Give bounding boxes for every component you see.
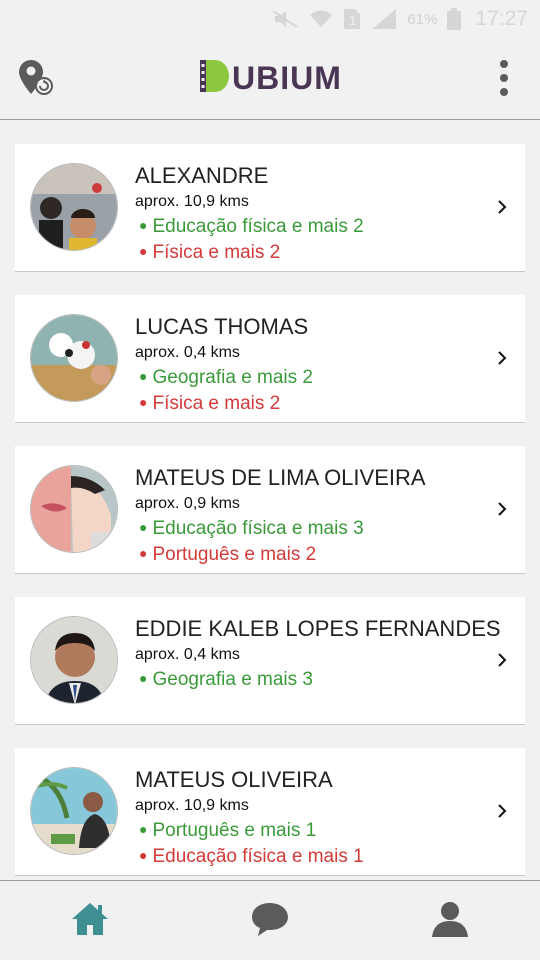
avatar bbox=[30, 163, 118, 251]
subject-text: Geografia e mais 3 bbox=[152, 669, 313, 690]
tutor-name: MATEUS OLIVEIRA bbox=[135, 767, 333, 792]
tutor-name: MATEUS DE LIMA OLIVEIRA bbox=[135, 465, 426, 490]
subject-line: ● Geografia e mais 3 bbox=[139, 669, 313, 690]
app-logo: UBIUM bbox=[200, 58, 342, 98]
avatar bbox=[30, 767, 118, 855]
subject-line: ● Português e mais 2 bbox=[139, 544, 317, 565]
subject-line: ● Educação física e mais 1 bbox=[139, 846, 364, 867]
subject-line: ● Física e mais 2 bbox=[139, 393, 281, 414]
tutor-distance: aprox. 10,9 kms bbox=[135, 797, 249, 814]
location-refresh-button[interactable] bbox=[16, 58, 56, 98]
chevron-right-icon bbox=[497, 804, 507, 818]
tutor-card[interactable]: LUCAS THOMAS aprox. 0,4 kms ● Geografia e… bbox=[15, 295, 525, 423]
subject-text: Português e mais 2 bbox=[152, 544, 317, 565]
subject-text: Português e mais 1 bbox=[152, 820, 317, 841]
signal-icon bbox=[371, 8, 397, 30]
more-options-button[interactable] bbox=[492, 58, 516, 98]
tutor-card[interactable]: EDDIE KALEB LOPES FERNANDES aprox. 0,4 k… bbox=[15, 597, 525, 725]
chevron-right-icon bbox=[497, 502, 507, 516]
avatar bbox=[30, 314, 118, 402]
mute-icon bbox=[271, 9, 299, 29]
svg-text:1: 1 bbox=[349, 14, 357, 28]
wifi-icon bbox=[309, 9, 333, 29]
chevron-right-icon bbox=[497, 653, 507, 667]
tutor-distance: aprox. 0,4 kms bbox=[135, 646, 240, 663]
avatar bbox=[30, 465, 118, 553]
subject-line: ● Geografia e mais 2 bbox=[139, 367, 313, 388]
subject-line: ● Português e mais 1 bbox=[139, 820, 317, 841]
nav-chat-button[interactable] bbox=[250, 899, 290, 939]
subject-text: Educação física e mais 3 bbox=[152, 518, 364, 539]
battery-icon bbox=[447, 8, 462, 30]
tutor-distance: aprox. 10,9 kms bbox=[135, 193, 249, 210]
tutor-name: ALEXANDRE bbox=[135, 163, 269, 188]
subject-text: Educação física e mais 2 bbox=[152, 216, 364, 237]
profile-icon bbox=[430, 902, 470, 943]
subject-text: Educação física e mais 1 bbox=[152, 846, 364, 867]
tutor-card[interactable]: MATEUS DE LIMA OLIVEIRA aprox. 0,9 kms ●… bbox=[15, 446, 525, 574]
tutor-name: LUCAS THOMAS bbox=[135, 314, 309, 339]
battery-percent: 61% bbox=[407, 10, 438, 28]
subject-line: ● Educação física e mais 2 bbox=[139, 216, 364, 237]
chevron-right-icon bbox=[497, 200, 507, 214]
tutor-card[interactable]: MATEUS OLIVEIRA aprox. 10,9 kms ● Portugu… bbox=[15, 748, 525, 876]
tutor-list: ALEXANDRE aprox. 10,9 kms ● Educação físi… bbox=[15, 144, 525, 876]
subject-line: ● Física e mais 2 bbox=[139, 242, 281, 263]
subject-text: Física e mais 2 bbox=[152, 393, 281, 414]
tutor-distance: aprox. 0,9 kms bbox=[135, 495, 240, 512]
chevron-right-icon bbox=[497, 351, 507, 365]
status-bar: 1 61% 17:27 bbox=[0, 0, 540, 38]
tutor-card[interactable]: ALEXANDRE aprox. 10,9 kms ● Educação físi… bbox=[15, 144, 525, 272]
subject-line: ● Educação física e mais 3 bbox=[139, 518, 364, 539]
clock: 17:27 bbox=[475, 7, 528, 30]
home-icon bbox=[70, 903, 110, 943]
subject-text: Geografia e mais 2 bbox=[152, 367, 313, 388]
more-vert-icon bbox=[492, 60, 516, 102]
sim-icon: 1 bbox=[343, 8, 361, 30]
logo-text: UBIUM bbox=[232, 60, 342, 96]
tutor-name: EDDIE KALEB LOPES FERNANDES bbox=[135, 616, 501, 641]
nav-profile-button[interactable] bbox=[430, 899, 470, 939]
bottom-navigation bbox=[0, 880, 540, 960]
subject-text: Física e mais 2 bbox=[152, 242, 281, 263]
avatar bbox=[30, 616, 118, 704]
app-header: UBIUM bbox=[0, 38, 540, 120]
location-refresh-icon bbox=[16, 60, 56, 102]
tutor-distance: aprox. 0,4 kms bbox=[135, 344, 240, 361]
chat-icon bbox=[250, 903, 290, 943]
logo-mark-icon bbox=[200, 58, 230, 99]
nav-home-button[interactable] bbox=[70, 899, 110, 939]
